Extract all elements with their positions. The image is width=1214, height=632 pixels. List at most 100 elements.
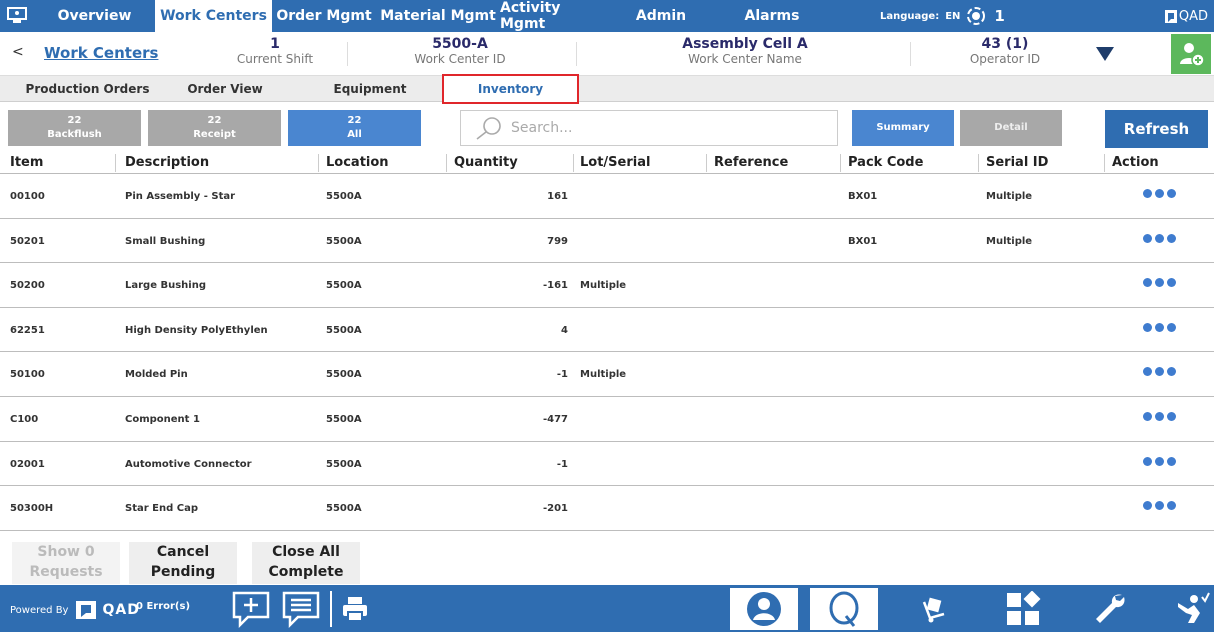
table-row[interactable]: 50201 Small Bushing 5500A 799 BX01 Multi…: [0, 219, 1214, 264]
summary-button[interactable]: Summary: [852, 110, 954, 146]
tab-order-mgmt[interactable]: Order Mgmt: [272, 0, 376, 32]
cell-item: 50100: [10, 369, 45, 381]
close-all-complete-button[interactable]: Close All Complete: [252, 542, 360, 584]
cell-location: 5500A: [326, 413, 362, 425]
close-all-line2: Complete: [268, 564, 344, 580]
cell-serial-id: Multiple: [986, 191, 1033, 202]
material-handling-icon[interactable]: [915, 589, 955, 629]
all-count: 22: [347, 115, 362, 126]
error-count[interactable]: 0 Error(s): [136, 601, 190, 612]
table-row[interactable]: 50200 Large Bushing 5500A -161 Multiple: [0, 263, 1214, 308]
qad-mark-icon: [1164, 9, 1177, 23]
table-row[interactable]: C100 Component 1 5500A -477: [0, 397, 1214, 442]
col-reference[interactable]: Reference: [714, 155, 788, 170]
dropdown-triangle-icon[interactable]: [1096, 46, 1114, 65]
table-row[interactable]: 02001 Automotive Connector 5500A -1: [0, 442, 1214, 487]
row-action-menu-icon[interactable]: [1143, 367, 1176, 377]
row-action-menu-icon[interactable]: [1143, 278, 1176, 288]
maintenance-wrench-icon[interactable]: [1090, 589, 1130, 629]
sub-tabs: Production Orders Order View Equipment I…: [0, 74, 1214, 104]
add-operator-button[interactable]: [1171, 34, 1211, 74]
col-divider: [115, 154, 116, 172]
subtab-order-view[interactable]: Order View: [150, 76, 300, 102]
work-center-id: 5500-A Work Center ID: [380, 36, 540, 66]
cell-description: Component 1: [125, 413, 200, 425]
header-divider: [910, 42, 911, 66]
operator-label: Operator ID: [969, 52, 1041, 66]
subtab-production-orders[interactable]: Production Orders: [0, 76, 175, 102]
backflush-filter-button[interactable]: 22 Backflush: [8, 110, 141, 146]
cell-pack-code: BX01: [848, 235, 878, 247]
search-placeholder: Search...: [511, 120, 573, 136]
all-label: All: [347, 129, 362, 140]
operator-id: 43 (1) Operator ID: [950, 36, 1060, 66]
col-location[interactable]: Location: [326, 155, 389, 170]
row-action-menu-icon[interactable]: [1143, 411, 1176, 421]
cell-item: 00100: [10, 191, 45, 202]
col-serial-id[interactable]: Serial ID: [986, 155, 1048, 170]
language-selector[interactable]: Language: EN 1: [880, 0, 1005, 32]
cell-lot-serial: Multiple: [580, 369, 627, 381]
col-description[interactable]: Description: [125, 155, 209, 170]
col-quantity[interactable]: Quantity: [454, 155, 518, 170]
table-header: Item Description Location Quantity Lot/S…: [0, 152, 1214, 174]
subtab-inventory[interactable]: Inventory: [442, 74, 579, 104]
cell-lot-serial: Multiple: [580, 280, 627, 292]
tab-alarms[interactable]: Alarms: [712, 0, 832, 32]
action-buttons: Show 0 Requests Cancel Pending Close All…: [0, 540, 1214, 584]
tab-overview[interactable]: Overview: [34, 0, 155, 32]
subtab-equipment[interactable]: Equipment: [295, 76, 445, 102]
dashboard-tiles-icon[interactable]: [1003, 589, 1043, 629]
row-action-menu-icon[interactable]: [1143, 322, 1176, 332]
refresh-button[interactable]: Refresh: [1105, 110, 1208, 148]
tab-admin[interactable]: Admin: [610, 0, 712, 32]
row-action-menu-icon[interactable]: [1143, 189, 1176, 198]
print-icon[interactable]: [340, 589, 370, 629]
operator-profile-icon[interactable]: [730, 588, 798, 630]
cell-location: 5500A: [326, 503, 362, 515]
back-button[interactable]: <: [12, 44, 24, 60]
quality-q-icon[interactable]: [810, 588, 878, 630]
wc-id-label: Work Center ID: [414, 52, 506, 66]
col-pack-code[interactable]: Pack Code: [848, 155, 923, 170]
table-row[interactable]: 62251 High Density PolyEthylen 5500A 4: [0, 308, 1214, 353]
cancel-pending-line1: Cancel: [156, 544, 210, 560]
summary-label: Summary: [876, 122, 930, 133]
receipt-filter-button[interactable]: 22 Receipt: [148, 110, 281, 146]
col-lot-serial[interactable]: Lot/Serial: [580, 155, 650, 170]
col-item[interactable]: Item: [10, 155, 43, 170]
work-centers-link[interactable]: Work Centers: [44, 44, 158, 62]
qad-logo: QAD: [1164, 0, 1208, 32]
cell-quantity: 161: [547, 191, 568, 202]
row-action-menu-icon[interactable]: [1143, 501, 1176, 511]
cancel-pending-button[interactable]: Cancel Pending: [129, 542, 237, 584]
cell-quantity: 799: [547, 235, 568, 247]
cell-description: Pin Assembly - Star: [125, 191, 236, 202]
add-note-icon[interactable]: [230, 589, 272, 629]
tab-work-centers[interactable]: Work Centers: [155, 0, 272, 32]
header-divider: [576, 42, 577, 66]
alarm-icon[interactable]: [966, 6, 986, 26]
table-row[interactable]: 00100 Pin Assembly - Star 5500A 161 BX01…: [0, 174, 1214, 219]
show-requests-button[interactable]: Show 0 Requests: [12, 542, 120, 584]
table-row[interactable]: 50100 Molded Pin 5500A -1 Multiple: [0, 352, 1214, 397]
cell-location: 5500A: [326, 280, 362, 292]
footer-bar: Powered By QAD 0 Error(s): [0, 585, 1214, 632]
checkout-operator-icon[interactable]: [1172, 589, 1212, 629]
cell-location: 5500A: [326, 324, 362, 336]
col-divider: [840, 154, 841, 172]
search-field[interactable]: Search...: [460, 110, 838, 146]
cell-quantity: -1: [556, 369, 568, 381]
table-row[interactable]: 50300H Star End Cap 5500A -201: [0, 486, 1214, 531]
row-action-menu-icon[interactable]: [1143, 456, 1176, 466]
detail-button[interactable]: Detail: [960, 110, 1062, 146]
all-filter-button[interactable]: 22 All: [288, 110, 421, 146]
tab-activity-mgmt[interactable]: Activity Mgmt: [500, 0, 610, 32]
row-action-menu-icon[interactable]: [1143, 233, 1176, 243]
shift-label: Current Shift: [236, 52, 314, 66]
messages-icon[interactable]: [280, 589, 322, 629]
tab-material-mgmt[interactable]: Material Mgmt: [376, 0, 500, 32]
menu-logo-icon[interactable]: [0, 0, 34, 32]
show-requests-line1: Show 0: [37, 544, 95, 560]
backflush-label: Backflush: [47, 129, 102, 140]
